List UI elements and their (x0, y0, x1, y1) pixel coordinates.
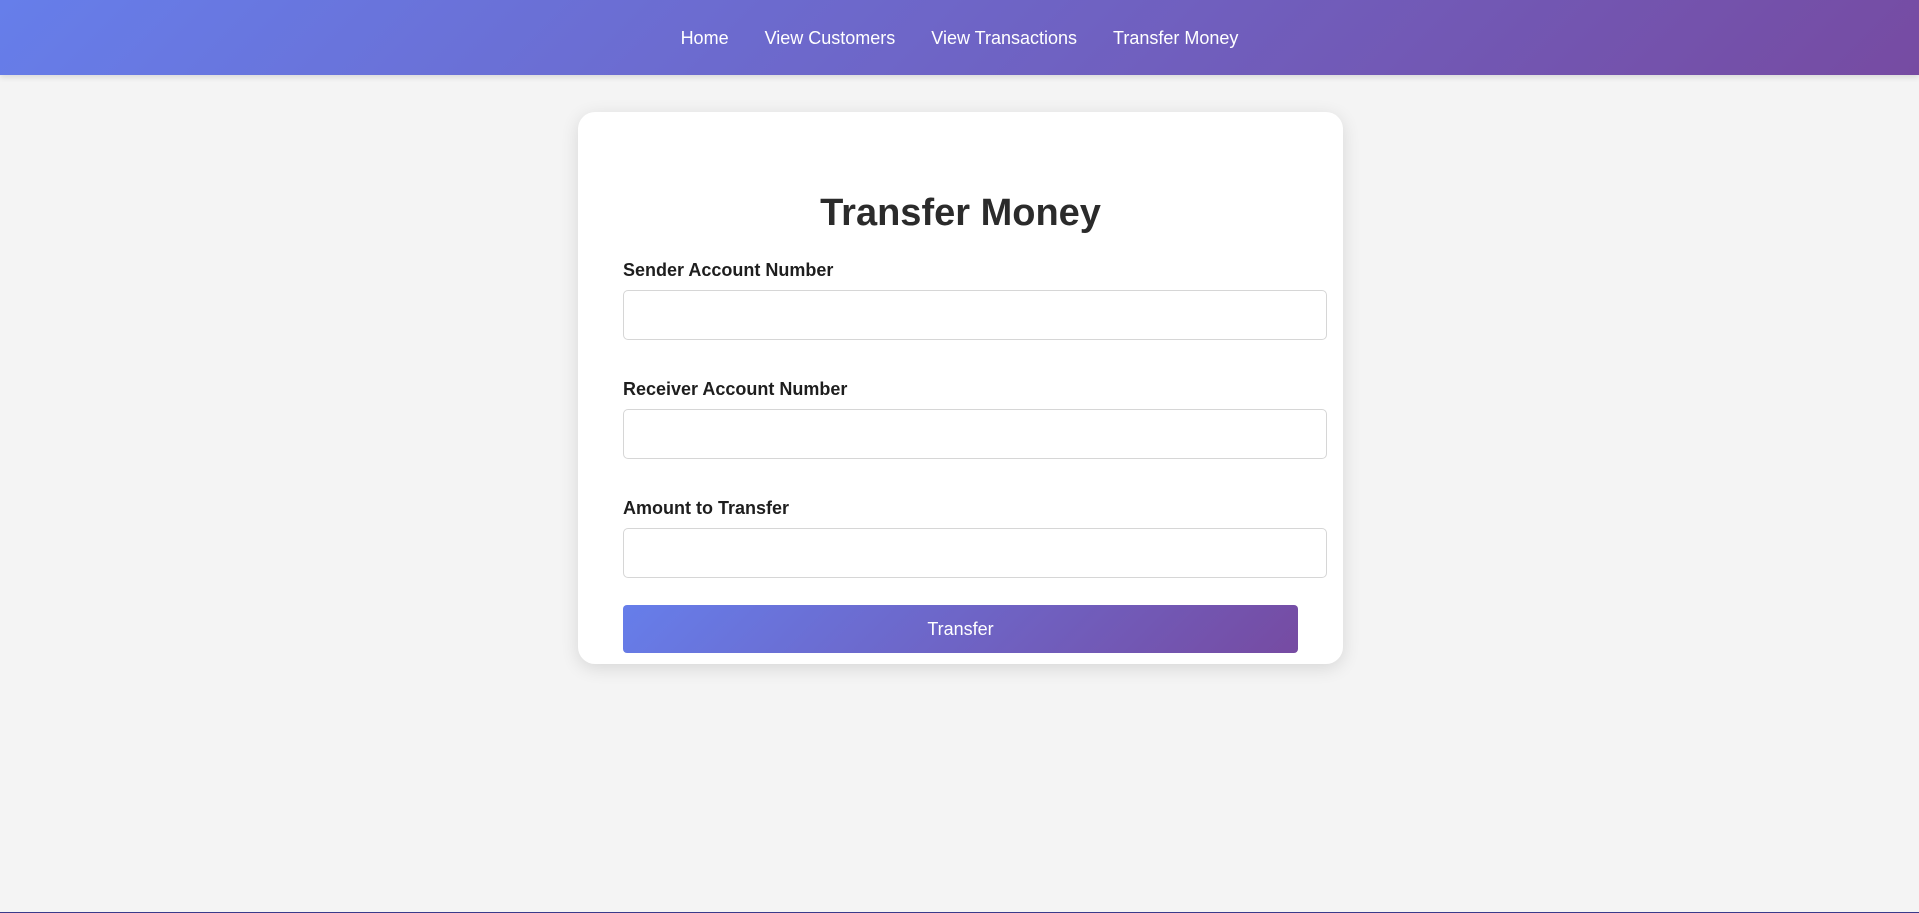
sender-account-input[interactable] (623, 290, 1327, 340)
top-navbar: Home View Customers View Transactions Tr… (0, 0, 1919, 75)
receiver-field-group: Receiver Account Number (623, 378, 1327, 459)
receiver-account-input[interactable] (623, 409, 1327, 459)
amount-field-group: Amount to Transfer (623, 497, 1327, 578)
receiver-account-label: Receiver Account Number (623, 379, 848, 399)
amount-input[interactable] (623, 528, 1327, 578)
amount-label: Amount to Transfer (623, 498, 790, 518)
nav-link-view-customers[interactable]: View Customers (765, 27, 896, 49)
sender-account-label: Sender Account Number (623, 260, 834, 280)
nav-link-home[interactable]: Home (681, 27, 729, 49)
nav-link-view-transactions[interactable]: View Transactions (931, 27, 1077, 49)
nav-link-transfer-money[interactable]: Transfer Money (1113, 27, 1238, 49)
page-title: Transfer Money (820, 192, 1101, 234)
sender-field-group: Sender Account Number (623, 259, 1327, 340)
transfer-form-card: Transfer Money Sender Account Number Rec… (578, 112, 1343, 664)
transfer-button[interactable]: Transfer (623, 605, 1298, 653)
